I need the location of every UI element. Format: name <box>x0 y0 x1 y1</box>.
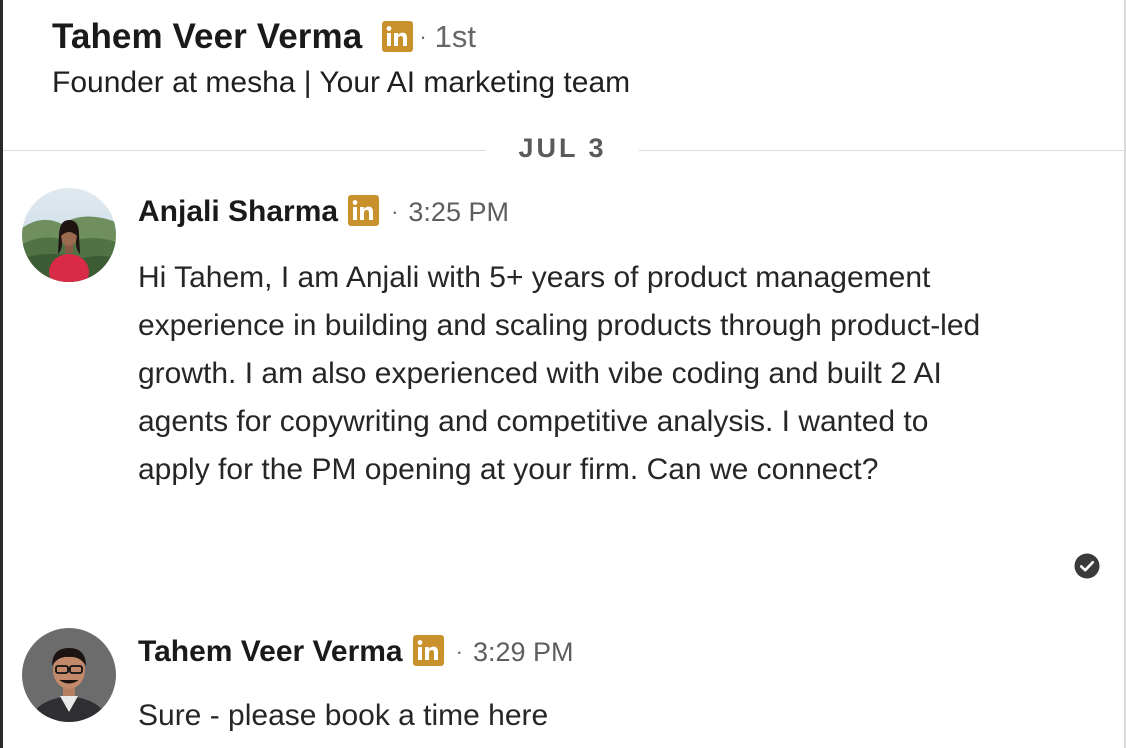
message-header: Anjali Sharma · 3:25 PM <box>138 188 1100 236</box>
sender-name[interactable]: Anjali Sharma <box>138 195 338 229</box>
time-separator: · <box>391 199 399 224</box>
avatar[interactable] <box>22 628 116 722</box>
message-body: Tahem Veer Verma · 3:29 PM Sure - please… <box>138 628 1100 740</box>
message-body: Anjali Sharma · 3:25 PM Hi Tahem, I am A… <box>138 188 1100 579</box>
divider-line-left <box>3 150 486 151</box>
message-time: 3:29 PM <box>472 636 574 667</box>
contact-headline: Founder at mesha | Your AI marketing tea… <box>52 66 631 99</box>
conversation-header: Tahem Veer Verma · 1st Founder at mesha … <box>52 14 1106 100</box>
message-header: Tahem Veer Verma · 3:29 PM <box>138 628 1100 676</box>
header-separator: · <box>419 24 427 49</box>
message-text: Hi Tahem, I am Anjali with 5+ years of p… <box>138 261 981 486</box>
time-separator: · <box>455 639 463 664</box>
check-circle-icon <box>1074 553 1100 579</box>
conversation-pane: Tahem Veer Verma · 1st Founder at mesha … <box>0 0 1126 748</box>
linkedin-premium-icon <box>382 21 414 57</box>
avatar[interactable] <box>22 188 116 282</box>
connection-degree: 1st <box>434 19 476 54</box>
message-time: 3:25 PM <box>408 196 509 227</box>
sender-name[interactable]: Tahem Veer Verma <box>138 635 403 669</box>
linkedin-premium-icon <box>348 195 380 231</box>
message-text: Sure - please book a time here <box>138 699 549 732</box>
header-name-row: Tahem Veer Verma · 1st <box>52 14 1106 60</box>
divider-line-right <box>639 150 1126 151</box>
linkedin-premium-icon <box>412 635 444 671</box>
date-label: JUL 3 <box>518 133 607 163</box>
left-border <box>0 0 3 748</box>
date-divider: JUL 3 <box>3 130 1126 170</box>
contact-name[interactable]: Tahem Veer Verma <box>52 17 362 57</box>
